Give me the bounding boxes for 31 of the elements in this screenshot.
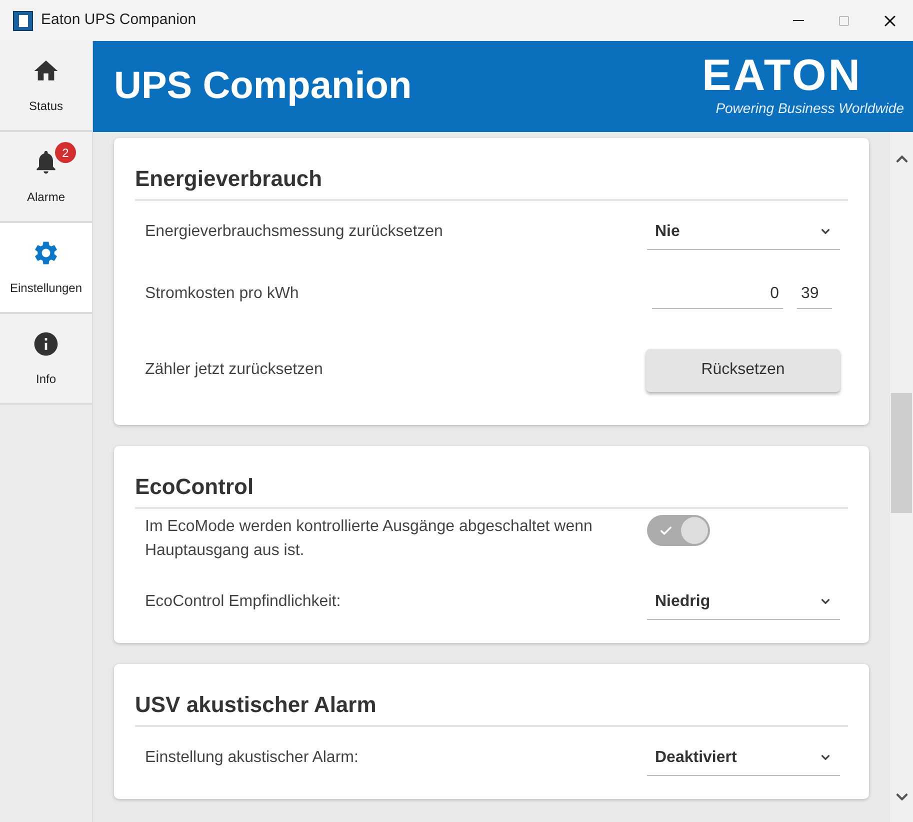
setting-label: Einstellung akustischer Alarm: [145,748,358,768]
section-title: USV akustischer Alarm [135,688,848,727]
input-field[interactable]: 39 [797,279,832,309]
header-banner: UPS Companion EATON Powering Business Worldwide [93,41,913,132]
setting-label: Im EcoMode werden kontrollierte Ausgänge abgeschaltet wenn Hauptausgang aus ist. [145,517,594,561]
logo: EATON [702,54,863,98]
tagline: Powering Business Worldwide [716,99,904,118]
window-title: Eaton UPS Companion [41,10,196,30]
dropdown[interactable]: Nie [647,214,840,250]
minimize-icon [792,20,804,21]
setting-label: Stromkosten pro kWh [145,284,299,304]
sidebar-item[interactable]: Info [0,314,92,405]
app-icon [13,10,33,30]
info-icon [32,330,60,358]
setting-label: EcoControl Empfindlichkeit: [145,592,341,612]
sidebar-item[interactable]: Einstellungen [0,223,92,314]
sidebar-item[interactable]: Alarme 2 [0,132,92,223]
check-icon [659,524,673,538]
dropdown[interactable]: Niedrig [647,584,840,620]
reset-button[interactable]: Rücksetzen [646,348,840,392]
section-title: Energieverbrauch [135,162,848,201]
notification-badge: 2 [55,142,76,163]
scrollbar-thumb[interactable] [891,393,912,513]
sidebar-item[interactable]: Status [0,41,92,132]
maximize-icon [838,14,850,26]
input-field[interactable]: 0 [652,279,783,309]
toggle-switch[interactable] [647,515,710,546]
setting-label: Zähler jetzt zurücksetzen [145,360,323,380]
section-title: EcoControl [135,470,848,509]
dropdown[interactable]: Deaktiviert [647,740,840,776]
setting-label: Energieverbrauchsmessung zurücksetzen [145,222,443,242]
